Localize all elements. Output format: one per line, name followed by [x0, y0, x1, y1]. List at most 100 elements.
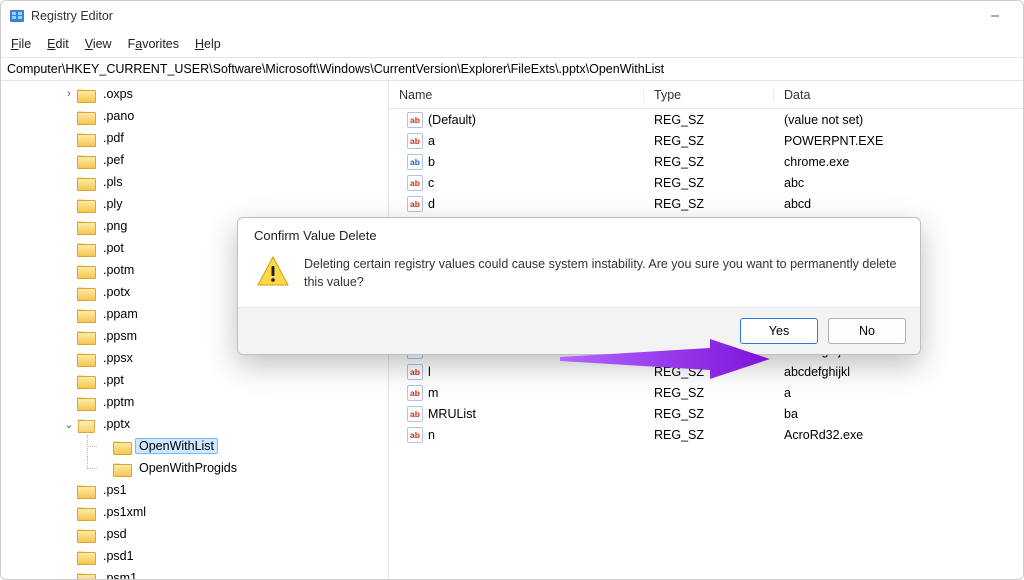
value-data: a: [774, 386, 1023, 400]
folder-icon: [77, 153, 95, 168]
col-header-name[interactable]: Name: [389, 88, 644, 102]
tree-label: .psm1: [99, 570, 141, 579]
tree-item[interactable]: .psm1: [1, 567, 388, 579]
folder-icon: [77, 87, 95, 102]
no-button[interactable]: No: [828, 318, 906, 344]
address-bar[interactable]: Computer\HKEY_CURRENT_USER\Software\Micr…: [1, 57, 1023, 81]
tree-item[interactable]: .pdf: [1, 127, 388, 149]
window-title: Registry Editor: [31, 9, 113, 23]
value-name: d: [428, 197, 435, 211]
warning-icon: [256, 255, 290, 287]
table-row[interactable]: abl REG_SZabcdefghijkl: [389, 361, 1023, 382]
tree-item[interactable]: .pptm: [1, 391, 388, 413]
folder-icon: [77, 175, 95, 190]
minimize-button[interactable]: [975, 1, 1015, 31]
reg-string-icon: ab: [405, 175, 425, 191]
tree-label: OpenWithProgids: [135, 460, 241, 476]
tree-item[interactable]: .ps1: [1, 479, 388, 501]
col-header-data[interactable]: Data: [774, 88, 1023, 102]
confirm-delete-dialog: Confirm Value Delete Deleting certain re…: [237, 217, 921, 355]
folder-icon: [77, 219, 95, 234]
table-row[interactable]: abn REG_SZAcroRd32.exe: [389, 424, 1023, 445]
value-type: REG_SZ: [644, 176, 774, 190]
tree-item[interactable]: OpenWithList: [1, 435, 388, 457]
value-type: REG_SZ: [644, 386, 774, 400]
value-name: (Default): [428, 113, 476, 127]
tree-item[interactable]: .pls: [1, 171, 388, 193]
tree-label: .oxps: [99, 86, 137, 102]
tree-label: .ply: [99, 196, 126, 212]
value-type: REG_SZ: [644, 155, 774, 169]
reg-string-icon: ab: [405, 133, 425, 149]
tree-label: .pano: [99, 108, 138, 124]
folder-icon: [77, 197, 95, 212]
folder-icon: [77, 263, 95, 278]
list-header[interactable]: Name Type Data: [389, 81, 1023, 109]
tree-label: .ps1xml: [99, 504, 150, 520]
value-type: REG_SZ: [644, 428, 774, 442]
titlebar[interactable]: Registry Editor: [1, 1, 1023, 31]
chevron-down-icon[interactable]: ⌄: [61, 418, 77, 431]
tree-item[interactable]: .pano: [1, 105, 388, 127]
tree-item[interactable]: OpenWithProgids: [1, 457, 388, 479]
value-data: ba: [774, 407, 1023, 421]
tree-item[interactable]: .ps1xml: [1, 501, 388, 523]
folder-icon: [77, 285, 95, 300]
value-type: REG_SZ: [644, 134, 774, 148]
tree-label: .ppt: [99, 372, 128, 388]
tree-item[interactable]: .ppt: [1, 369, 388, 391]
dialog-title: Confirm Value Delete: [238, 218, 920, 245]
tree-label: .ppsx: [99, 350, 137, 366]
tree-item[interactable]: .psd: [1, 523, 388, 545]
value-data: AcroRd32.exe: [774, 428, 1023, 442]
dialog-text: Deleting certain registry values could c…: [304, 255, 902, 291]
tree-item[interactable]: .psd1: [1, 545, 388, 567]
value-name: c: [428, 176, 434, 190]
table-row[interactable]: abMRUListREG_SZba: [389, 403, 1023, 424]
value-name: n: [428, 428, 435, 442]
value-name: l: [428, 365, 431, 379]
yes-button[interactable]: Yes: [740, 318, 818, 344]
folder-icon: [77, 527, 95, 542]
folder-icon: [77, 549, 95, 564]
table-row[interactable]: abdREG_SZabcd: [389, 193, 1023, 214]
table-row[interactable]: ab(Default)REG_SZ(value not set): [389, 109, 1023, 130]
table-row[interactable]: abaREG_SZPOWERPNT.EXE: [389, 130, 1023, 151]
table-row[interactable]: abcREG_SZabc: [389, 172, 1023, 193]
tree-item[interactable]: ⌄ .pptx: [1, 413, 388, 435]
value-data: abcdefghijkl: [774, 365, 1023, 379]
value-type: REG_SZ: [644, 365, 774, 379]
value-data: POWERPNT.EXE: [774, 134, 1023, 148]
tree-label: .pptm: [99, 394, 138, 410]
col-header-type[interactable]: Type: [644, 88, 774, 102]
table-row[interactable]: abbREG_SZchrome.exe: [389, 151, 1023, 172]
reg-string-icon: ab: [405, 406, 425, 422]
chevron-right-icon[interactable]: ›: [61, 88, 77, 100]
menu-favorites[interactable]: Favorites: [120, 33, 187, 55]
reg-string-icon: ab: [405, 427, 425, 443]
tree-label: .psd: [99, 526, 131, 542]
value-type: REG_SZ: [644, 113, 774, 127]
folder-icon: [113, 439, 131, 454]
value-data: abc: [774, 176, 1023, 190]
folder-icon: [77, 571, 95, 580]
folder-icon: [77, 241, 95, 256]
folder-icon: [77, 109, 95, 124]
tree-label: OpenWithList: [135, 438, 218, 454]
menu-help[interactable]: Help: [187, 33, 229, 55]
menu-view[interactable]: View: [77, 33, 120, 55]
tree-label: .pptx: [99, 416, 134, 432]
table-row[interactable]: abmREG_SZa: [389, 382, 1023, 403]
menu-file[interactable]: File: [3, 33, 39, 55]
reg-string-icon: ab: [405, 364, 425, 380]
folder-icon: [77, 395, 95, 410]
tree-item[interactable]: .ply: [1, 193, 388, 215]
tree-item[interactable]: .pef: [1, 149, 388, 171]
tree-item[interactable]: › .oxps: [1, 83, 388, 105]
tree-label: .pdf: [99, 130, 128, 146]
folder-icon: [77, 307, 95, 322]
folder-icon: [77, 131, 95, 146]
value-name: b: [428, 155, 435, 169]
reg-string-icon: ab: [405, 154, 425, 170]
menu-edit[interactable]: Edit: [39, 33, 77, 55]
